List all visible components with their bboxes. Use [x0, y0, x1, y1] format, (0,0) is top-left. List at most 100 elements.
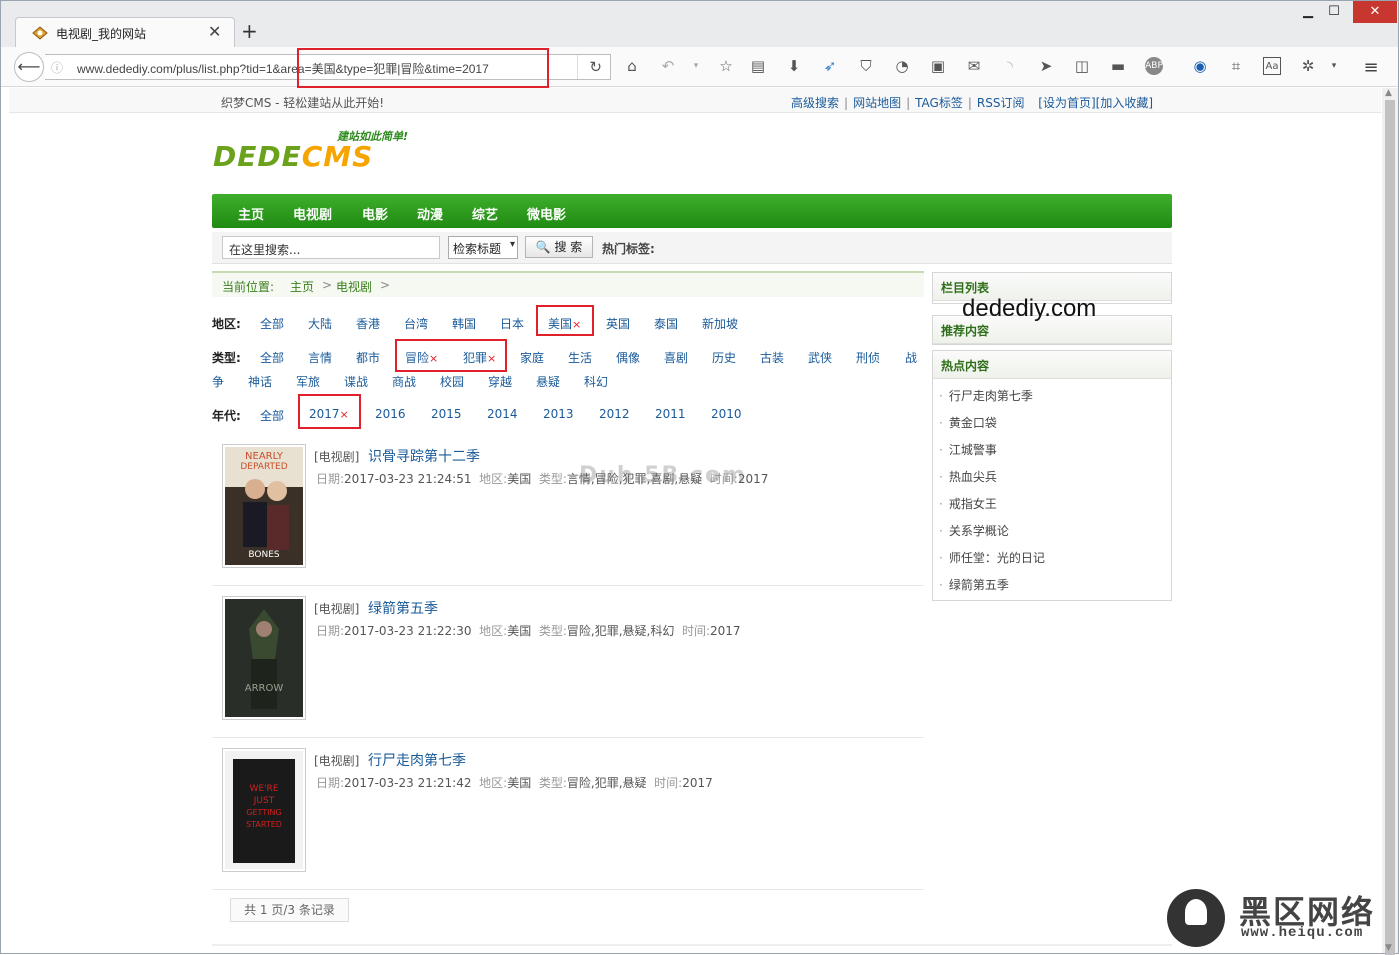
area-option[interactable]: 泰国 — [654, 315, 678, 332]
poster-image[interactable]: NEARLY DEPARTED BONES — [222, 444, 306, 568]
year-option[interactable]: 2015 — [431, 407, 462, 421]
year-option[interactable]: 全部 — [260, 407, 284, 424]
area-option[interactable]: 韩国 — [452, 315, 476, 332]
crop-icon[interactable]: ⌗ — [1227, 57, 1245, 75]
send-icon[interactable]: ➤ — [1037, 57, 1055, 75]
undo-icon[interactable]: ↶ — [659, 57, 677, 75]
maximize-button[interactable]: ☐ — [1319, 1, 1349, 23]
type-option[interactable]: 商战 — [392, 373, 416, 390]
type-option[interactable]: 都市 — [356, 349, 380, 366]
site-logo[interactable]: 建站如此简单! DEDECMS — [213, 128, 428, 178]
site-info-icon[interactable]: ⓘ — [51, 59, 63, 76]
type-option[interactable]: 历史 — [712, 349, 736, 366]
active-tab[interactable]: 电视剧_我的网站 ✕ — [15, 17, 235, 47]
type-option[interactable]: 神话 — [248, 373, 272, 390]
rss-icon[interactable]: ◝ — [1001, 57, 1019, 75]
type-option[interactable]: 校园 — [440, 373, 464, 390]
year-option[interactable]: 2011 — [655, 407, 686, 421]
sitemap-link[interactable]: 网站地图 — [853, 96, 901, 110]
item-title[interactable]: 绿箭第五季 — [368, 598, 438, 618]
area-option[interactable]: 台湾 — [404, 315, 428, 332]
type-option[interactable]: 穿越 — [488, 373, 512, 390]
area-option[interactable]: 新加坡 — [702, 315, 738, 332]
scroll-up-icon[interactable]: ▲ — [1385, 88, 1392, 98]
overflow-dropdown-icon[interactable]: ▾ — [1325, 57, 1343, 75]
item-category[interactable]: [电视剧] — [314, 752, 359, 769]
home-icon[interactable]: ⌂ — [623, 57, 641, 75]
hot-item[interactable]: 行尸走肉第七季 — [939, 383, 1165, 410]
item-title[interactable]: 行尸走肉第七季 — [368, 750, 466, 770]
folder-icon[interactable]: ▬ — [1109, 57, 1127, 75]
scroll-thumb[interactable] — [1385, 100, 1395, 955]
download-icon[interactable]: ⬇ — [785, 57, 803, 75]
item-category[interactable]: [电视剧] — [314, 448, 359, 465]
type-option[interactable]: 古装 — [760, 349, 784, 366]
rss-link[interactable]: RSS订阅 — [977, 96, 1025, 110]
back-arrow-icon[interactable]: ⟵ — [14, 52, 44, 82]
hot-item[interactable]: 热血尖兵 — [939, 464, 1165, 491]
type-option[interactable]: 科幻 — [584, 373, 608, 390]
reader-icon[interactable]: Aa — [1263, 57, 1281, 75]
year-option[interactable]: 2010 — [711, 407, 742, 421]
tab-close-icon[interactable]: ✕ — [208, 22, 221, 41]
type-option[interactable]: 喜剧 — [664, 349, 688, 366]
hot-item[interactable]: 黄金口袋 — [939, 410, 1165, 437]
hot-item[interactable]: 关系学概论 — [939, 518, 1165, 545]
nav-tv[interactable]: 电视剧 — [293, 204, 332, 223]
area-option[interactable]: 日本 — [500, 315, 524, 332]
breadcrumb-home[interactable]: 主页 — [290, 278, 314, 295]
bug-icon[interactable]: ✲ — [1299, 57, 1317, 75]
year-option[interactable]: 2012 — [599, 407, 630, 421]
area-option[interactable]: 香港 — [356, 315, 380, 332]
hot-item[interactable]: 绿箭第五季 — [939, 572, 1165, 599]
type-option[interactable]: 刑侦 — [856, 349, 880, 366]
type-option[interactable]: 战 — [905, 349, 917, 366]
type-option[interactable]: 武侠 — [808, 349, 832, 366]
type-option[interactable]: 谍战 — [344, 373, 368, 390]
year-option[interactable]: 2014 — [487, 407, 518, 421]
type-option[interactable]: 争 — [212, 373, 224, 390]
search-type-select[interactable]: 检索标题 ▾ — [448, 236, 518, 259]
search-button[interactable]: 🔍 搜 索 — [525, 236, 593, 258]
breadcrumb-tv[interactable]: 电视剧 — [336, 278, 372, 295]
nav-home[interactable]: 主页 — [238, 204, 264, 223]
nav-variety[interactable]: 综艺 — [472, 204, 498, 223]
type-option[interactable]: 生活 — [568, 349, 592, 366]
type-option[interactable]: 悬疑 — [536, 373, 560, 390]
poster-image[interactable]: ARROW — [222, 596, 306, 720]
poster-image[interactable]: WE'RE JUST GETTING STARTED — [222, 748, 306, 872]
menu-icon[interactable]: ≡ — [1361, 57, 1381, 78]
reload-icon[interactable]: ↻ — [589, 58, 602, 76]
pocket-icon[interactable]: ⛉ — [857, 57, 875, 75]
item-title[interactable]: 识骨寻踪第十二季 — [368, 446, 480, 466]
type-option[interactable]: 军旅 — [296, 373, 320, 390]
history-icon[interactable]: ◔ — [893, 57, 911, 75]
add-favorite-link[interactable]: [加入收藏] — [1096, 96, 1153, 110]
type-option[interactable]: 家庭 — [520, 349, 544, 366]
undo-dropdown-icon[interactable]: ▾ — [687, 57, 705, 75]
year-option[interactable]: 2013 — [543, 407, 574, 421]
type-option[interactable]: 偶像 — [616, 349, 640, 366]
nav-anime[interactable]: 动漫 — [417, 204, 443, 223]
year-option[interactable]: 2016 — [375, 407, 406, 421]
type-option[interactable]: 言情 — [308, 349, 332, 366]
screenshot-icon[interactable]: ▣ — [929, 57, 947, 75]
reading-list-icon[interactable]: ▤ — [749, 57, 767, 75]
bookmark-star-icon[interactable]: ☆ — [717, 57, 735, 75]
adblock-icon[interactable]: ABP — [1145, 57, 1163, 75]
area-option[interactable]: 大陆 — [308, 315, 332, 332]
set-homepage-link[interactable]: [设为首页] — [1038, 96, 1095, 110]
new-tab-button[interactable]: + — [241, 19, 258, 43]
area-option[interactable]: 英国 — [606, 315, 630, 332]
tag-link[interactable]: TAG标签 — [915, 96, 963, 110]
search-input[interactable]: 在这里搜索... — [222, 236, 440, 259]
advanced-search-link[interactable]: 高级搜索 — [791, 96, 839, 110]
area-option[interactable]: 全部 — [260, 315, 284, 332]
hot-item[interactable]: 江城警事 — [939, 437, 1165, 464]
globe-icon[interactable]: ◉ — [1191, 57, 1209, 75]
hot-item[interactable]: 师任堂：光的日记 — [939, 545, 1165, 572]
window-close-button[interactable]: ✕ — [1353, 1, 1397, 23]
type-option[interactable]: 全部 — [260, 349, 284, 366]
bird-extension-icon[interactable]: ➶ — [821, 57, 839, 75]
vertical-scrollbar[interactable]: ▲ ▼ — [1382, 88, 1398, 955]
